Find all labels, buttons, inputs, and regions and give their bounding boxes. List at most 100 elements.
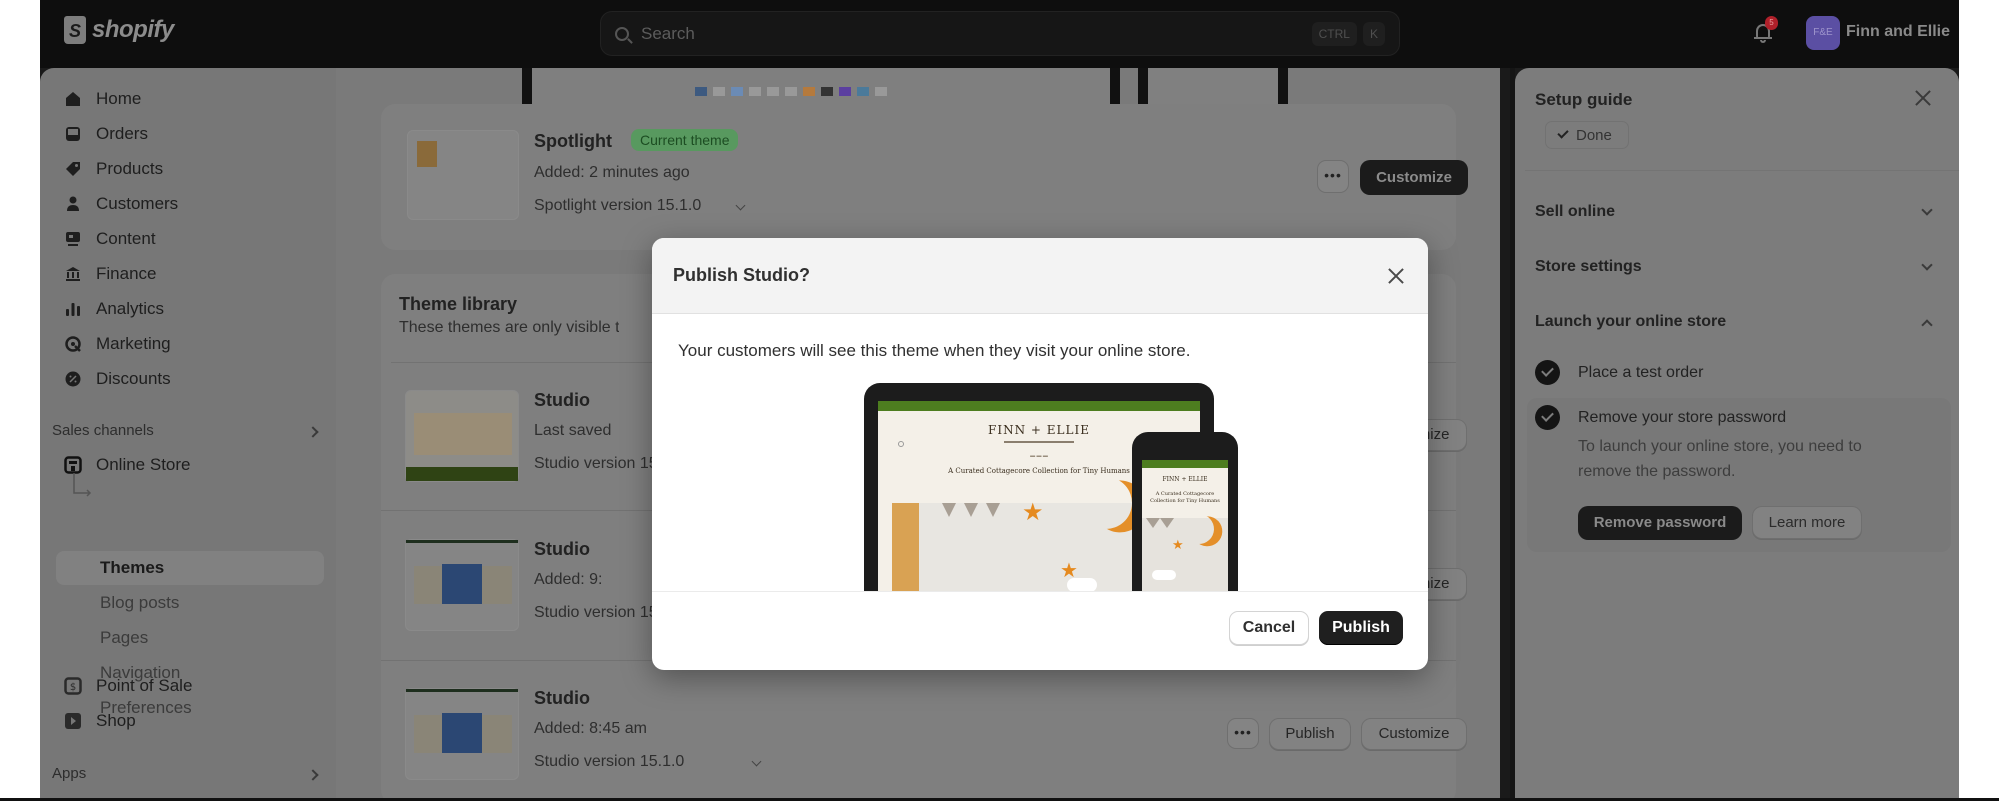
theme-library-subtitle: These themes are only visible to you.: [399, 319, 619, 336]
sidebar-subitem-pages[interactable]: Pages: [100, 623, 148, 653]
done-button[interactable]: Done: [1545, 121, 1629, 149]
tree-branch-icon: [73, 473, 92, 497]
sidebar-item-discounts[interactable]: Discounts: [64, 364, 171, 394]
sidebar: Home Orders Products Customers Content F…: [40, 68, 336, 798]
chevron-right-icon[interactable]: [307, 769, 319, 781]
modal-title: Publish Studio?: [673, 265, 810, 285]
home-icon: [64, 90, 82, 108]
search-bar[interactable]: Search CTRL K: [600, 11, 1400, 56]
shopify-admin: S shopify Search CTRL K 5 F&E Finn and E…: [40, 0, 1959, 798]
target-icon: [64, 335, 82, 353]
discount-badge-icon: [64, 370, 82, 388]
bank-icon: [64, 265, 82, 283]
close-icon[interactable]: [1915, 90, 1931, 106]
active-item-highlight: [56, 551, 324, 585]
sidebar-subitem-blog-posts[interactable]: Blog posts: [100, 588, 179, 618]
theme-name: Studio: [534, 390, 590, 410]
close-icon[interactable]: [1388, 268, 1404, 284]
task-description: To launch your online store, you need to…: [1578, 438, 1862, 480]
task-place-test-order[interactable]: Place a test order: [1535, 360, 1703, 385]
task-label: Place a test order: [1578, 363, 1704, 381]
store-name[interactable]: Finn and Ellie: [1846, 23, 1950, 41]
sidebar-item-label: Online Store: [96, 455, 191, 474]
sidebar-item-customers[interactable]: Customers: [64, 189, 178, 219]
person-icon: [64, 195, 82, 213]
point-of-sale-icon: $: [64, 677, 82, 695]
tag-icon: [64, 160, 82, 178]
setup-guide-title: Setup guide: [1535, 90, 1633, 109]
current-theme-badge: Current theme: [631, 129, 739, 151]
sidebar-item-analytics[interactable]: Analytics: [64, 294, 164, 324]
task-remove-store-password[interactable]: Remove your store password: [1535, 405, 1786, 430]
current-theme-more-button[interactable]: •••: [1317, 160, 1349, 193]
theme-meta: Added: 8:45 am: [534, 720, 647, 737]
cancel-button[interactable]: Cancel: [1229, 611, 1309, 645]
search-icon: [615, 26, 629, 41]
apps-heading[interactable]: Apps: [52, 765, 86, 782]
studio-thumbnail-3[interactable]: [405, 688, 519, 780]
theme-meta: Added: 9:: [534, 571, 603, 588]
storefront-icon: [64, 456, 82, 474]
sidebar-item-finance[interactable]: Finance: [64, 259, 156, 289]
section-store-settings[interactable]: Store settings: [1535, 258, 1642, 276]
theme-version[interactable]: Studio version 15.1.0: [534, 753, 684, 771]
section-launch-online-store[interactable]: Launch your online store: [1535, 313, 1726, 331]
task-label: Remove your store password: [1578, 408, 1787, 426]
learn-more-button[interactable]: Learn more: [1752, 506, 1862, 539]
shopify-bag-icon: S: [64, 16, 86, 44]
sidebar-item-products[interactable]: Products: [64, 154, 163, 184]
shortcut-key-ctrl: CTRL: [1311, 21, 1357, 46]
theme-3-customize-button[interactable]: Customize: [1361, 718, 1467, 750]
avatar[interactable]: F&E: [1806, 16, 1840, 50]
chevron-down-icon[interactable]: [1921, 204, 1933, 216]
spotlight-thumbnail[interactable]: [407, 130, 519, 220]
sidebar-item-content[interactable]: Content: [64, 224, 156, 254]
sidebar-item-label: Finance: [96, 264, 157, 283]
chevron-right-icon[interactable]: [307, 426, 319, 438]
sidebar-item-shop[interactable]: Shop: [64, 706, 136, 736]
search-placeholder: Search: [641, 23, 695, 43]
current-theme-version[interactable]: Spotlight version 15.1.0: [534, 197, 701, 215]
sidebar-subitem-themes[interactable]: Themes: [100, 553, 164, 583]
chevron-down-icon[interactable]: [1921, 259, 1933, 271]
current-theme-added: Added: 2 minutes ago: [534, 164, 690, 181]
search-icon: [898, 441, 904, 447]
current-theme-customize-button[interactable]: Customize: [1360, 160, 1468, 195]
publish-theme-modal: Publish Studio? Your customers will see …: [652, 238, 1428, 670]
sidebar-item-label: Home: [96, 89, 142, 108]
sidebar-item-orders[interactable]: Orders: [64, 119, 148, 149]
studio-thumbnail-2[interactable]: [405, 539, 519, 631]
studio-thumbnail-1[interactable]: [405, 390, 519, 482]
remove-password-button[interactable]: Remove password: [1578, 506, 1742, 540]
sales-channels-heading[interactable]: Sales channels: [52, 422, 154, 439]
sidebar-item-label: Analytics: [96, 299, 165, 318]
phone-preview-illustration: FINN + ELLIE A Curated Cottagecore Colle…: [1132, 432, 1238, 591]
checkmark-icon: [1557, 127, 1569, 139]
sidebar-item-label: Marketing: [96, 334, 171, 353]
notification-count-badge: 5: [1765, 16, 1778, 30]
chevron-down-icon[interactable]: [735, 200, 746, 211]
chevron-up-icon[interactable]: [1921, 319, 1933, 331]
theme-name: Studio: [534, 688, 590, 708]
sidebar-item-home[interactable]: Home: [64, 84, 141, 114]
image-content-icon: [64, 230, 82, 248]
setup-guide-panel: Setup guide Done Sell online Store setti…: [1515, 68, 1959, 798]
chevron-down-icon[interactable]: [751, 756, 762, 767]
sidebar-item-label: Shop: [96, 711, 136, 730]
publish-button[interactable]: Publish: [1319, 611, 1403, 645]
sidebar-item-marketing[interactable]: Marketing: [64, 329, 171, 359]
bar-chart-icon: [64, 300, 82, 318]
sidebar-item-label: Discounts: [96, 369, 171, 388]
theme-3-publish-button[interactable]: Publish: [1269, 718, 1351, 750]
shopify-logo[interactable]: S shopify: [64, 16, 174, 44]
theme-name: Studio: [534, 539, 590, 559]
logo-text: shopify: [92, 16, 174, 43]
section-sell-online[interactable]: Sell online: [1535, 203, 1615, 221]
sidebar-item-pos[interactable]: $ Point of Sale: [64, 671, 192, 701]
preview-footer-strip: [532, 68, 1110, 104]
mobile-preview-brand: FINN + ELLIE: [1162, 476, 1208, 483]
modal-header: Publish Studio?: [652, 238, 1428, 314]
check-circle-icon: [1535, 405, 1560, 430]
shortcut-key-k: K: [1362, 21, 1385, 46]
theme-3-more-button[interactable]: •••: [1227, 718, 1259, 749]
